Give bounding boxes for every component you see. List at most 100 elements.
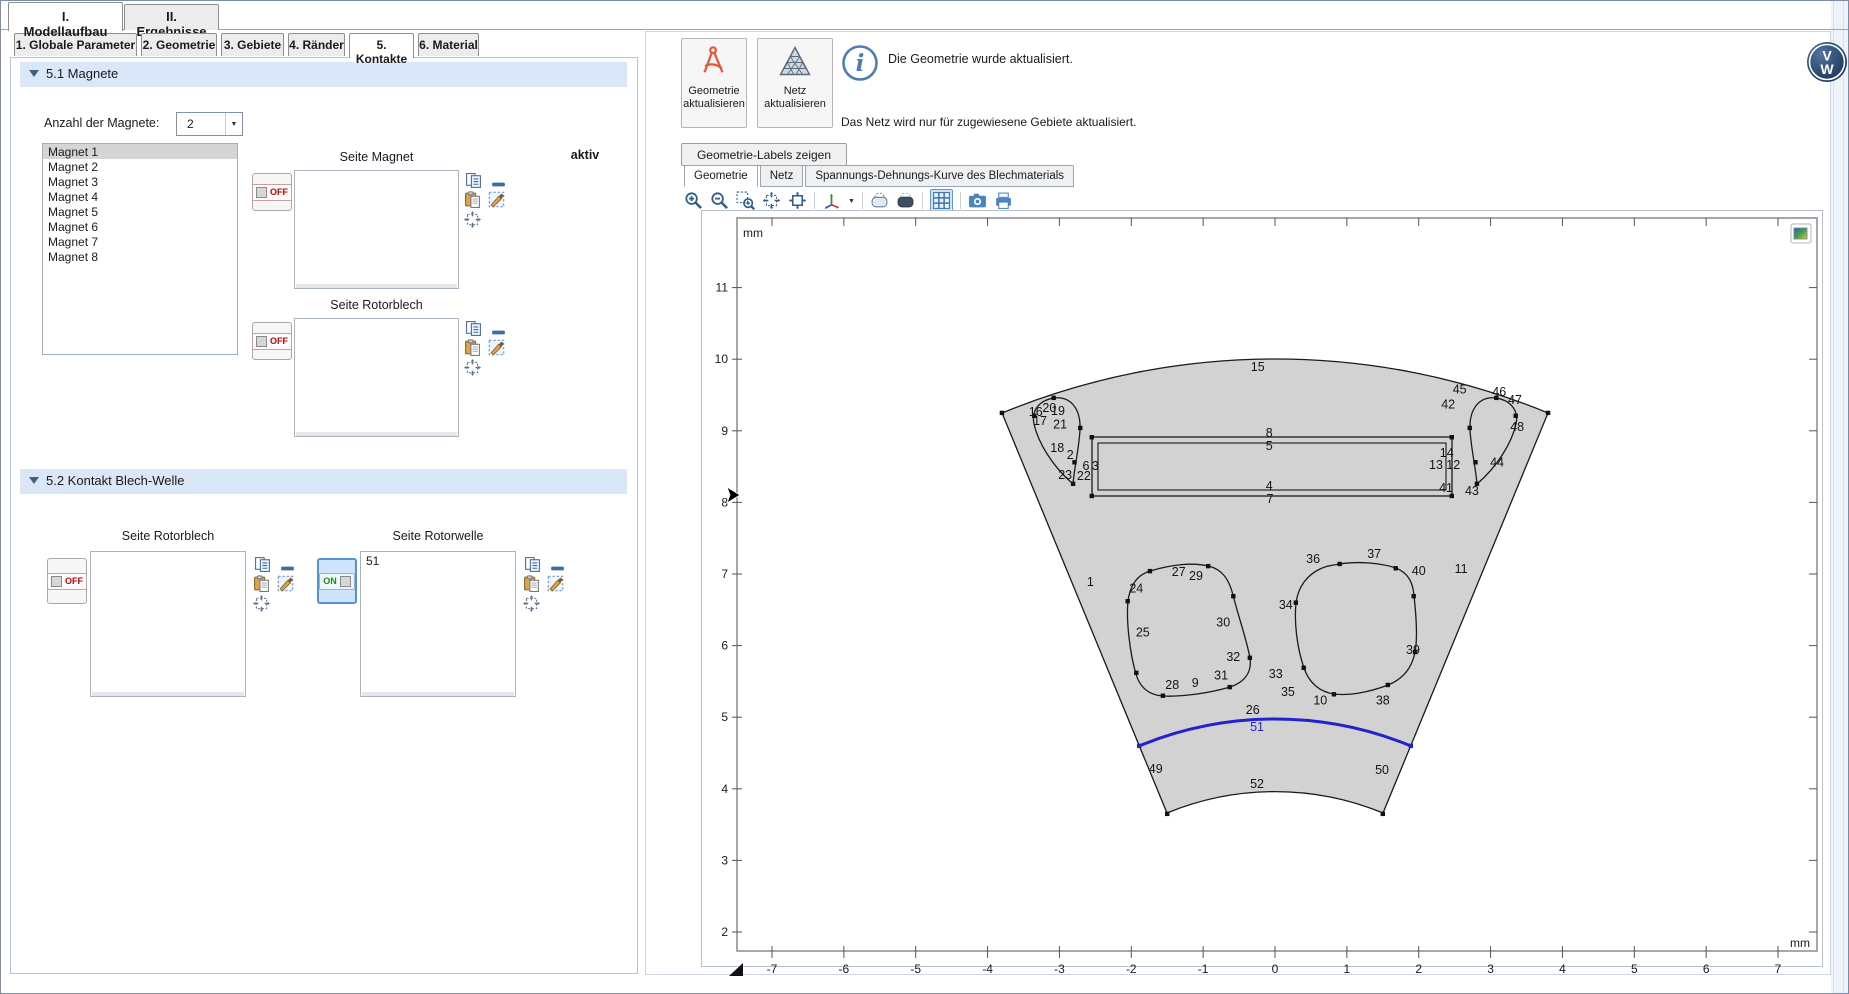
selection-item[interactable]: 51 (361, 552, 515, 568)
info-icon: i (841, 44, 879, 82)
clear-selection-icon[interactable] (488, 339, 505, 356)
print-icon[interactable] (994, 191, 1013, 210)
toggle-seite-magnet[interactable]: OFF (252, 173, 292, 211)
magnet-list-item-3[interactable]: Magnet 3 (43, 174, 237, 189)
view-axes-dropdown-caret[interactable]: ▼ (848, 196, 855, 205)
selection-box-kontakt-rotorblech[interactable] (90, 551, 246, 697)
dropdown-value: 2 (187, 117, 194, 131)
sub-tab-4[interactable]: 4. Ränder (288, 33, 345, 56)
clear-selection-icon[interactable] (547, 575, 564, 592)
zoom-to-selection-icon[interactable] (253, 595, 270, 612)
grid-icon[interactable] (932, 191, 951, 210)
main-tab-1[interactable]: I. Modellaufbau (8, 2, 123, 31)
magnet-list-item-8[interactable]: Magnet 8 (43, 249, 237, 264)
grid-toggle-button[interactable] (930, 189, 953, 212)
vw-logo: V W (1806, 41, 1848, 83)
paste-selection-icon[interactable] (464, 339, 481, 356)
zoom-to-selection-icon[interactable] (464, 211, 481, 228)
logo-letter-w: W (1820, 61, 1834, 77)
zoom-out-icon[interactable] (710, 191, 729, 210)
copy-selection-icon[interactable] (254, 556, 271, 573)
zoom-box-icon[interactable] (736, 191, 755, 210)
toolbar-separator (814, 192, 815, 209)
button-label: Geometrie aktualisieren (682, 85, 746, 111)
main-tab-2[interactable]: II. Ergebnisse (124, 4, 219, 30)
view-axes-icon[interactable] (822, 191, 841, 210)
graphics-canvas[interactable] (701, 210, 1823, 967)
seite-magnet-caption: Seite Magnet (294, 150, 459, 164)
zoom-extents-icon[interactable] (788, 191, 807, 210)
sub-tab-2[interactable]: 2. Geometrie (141, 33, 217, 56)
toggle-knob (340, 576, 351, 587)
copy-selection-icon[interactable] (524, 556, 541, 573)
view-tab-2[interactable]: Netz (760, 165, 804, 187)
scrollbar[interactable] (296, 284, 457, 288)
mesh-icon (778, 45, 812, 77)
zoom-in-icon[interactable] (684, 191, 703, 210)
sub-tab-3[interactable]: 3. Gebiete (221, 33, 284, 56)
magnet-list-item-2[interactable]: Magnet 2 (43, 159, 237, 174)
view-tab-1[interactable]: Geometrie (684, 165, 758, 187)
toggle-seite-rotorblech[interactable]: OFF (252, 322, 292, 360)
aktiv-label: aktiv (552, 148, 618, 162)
update-geometry-button[interactable]: Geometrie aktualisieren (681, 38, 747, 128)
section-header-magnete[interactable]: 5.1 Magnete (20, 62, 627, 87)
copy-selection-icon[interactable] (465, 320, 482, 337)
zoom-to-selection-icon[interactable] (762, 191, 781, 210)
section-title: 5.2 Kontakt Blech-Welle (46, 473, 185, 488)
section-title: 5.1 Magnete (46, 66, 118, 81)
selection-box-seite-magnet[interactable] (294, 170, 459, 289)
show-geometry-labels-button[interactable]: Geometrie-Labels zeigen (681, 143, 847, 166)
scrollbar[interactable] (296, 432, 457, 436)
view-tab-bar: GeometrieNetzSpannungs-Dehnungs-Kurve de… (684, 165, 1076, 187)
toggle-kontakt-rotorwelle[interactable]: ON (317, 558, 357, 604)
magnet-list-item-5[interactable]: Magnet 5 (43, 204, 237, 219)
scene-light-icon[interactable] (870, 191, 889, 210)
toolbar-separator (922, 192, 923, 209)
view-tab-3[interactable]: Spannungs-Dehnungs-Kurve des Blechmateri… (805, 165, 1074, 187)
kontakt-right-caption: Seite Rotorwelle (360, 529, 516, 543)
update-mesh-button[interactable]: Netz aktualisieren (757, 38, 833, 128)
transparency-icon[interactable] (896, 191, 915, 210)
copy-selection-icon[interactable] (465, 172, 482, 189)
magnet-list-item-7[interactable]: Magnet 7 (43, 234, 237, 249)
kontakt-left-caption: Seite Rotorblech (90, 529, 246, 543)
toggle-knob (51, 576, 62, 587)
magnet-list-item-1[interactable]: Magnet 1 (43, 144, 237, 159)
compass-icon (697, 45, 731, 77)
magnet-list-item-6[interactable]: Magnet 6 (43, 219, 237, 234)
sub-tab-5[interactable]: 5. Kontakte (349, 33, 414, 58)
zoom-to-selection-icon[interactable] (523, 595, 540, 612)
paste-selection-icon[interactable] (253, 575, 270, 592)
collapse-triangle-icon (29, 70, 39, 77)
chevron-down-icon[interactable]: ▼ (225, 113, 242, 135)
paste-selection-icon[interactable] (464, 191, 481, 208)
collapse-triangle-icon (29, 477, 39, 484)
button-label: Netz aktualisieren (758, 85, 832, 111)
graphics-toolbar: ▼ (684, 189, 1013, 211)
magnet-count-label: Anzahl der Magnete: (44, 116, 159, 130)
clear-selection-icon[interactable] (277, 575, 294, 592)
section-header-kontakt[interactable]: 5.2 Kontakt Blech-Welle (20, 469, 627, 494)
scrollbar[interactable] (362, 692, 514, 696)
paste-selection-icon[interactable] (523, 575, 540, 592)
svg-text:i: i (856, 50, 865, 77)
zoom-to-selection-icon[interactable] (464, 359, 481, 376)
magnet-count-dropdown[interactable]: 2 ▼ (176, 112, 243, 136)
sub-tab-6[interactable]: 6. Material (418, 33, 479, 56)
toggle-knob (256, 187, 267, 198)
scrollbar[interactable] (92, 692, 244, 696)
toolbar-separator (960, 192, 961, 209)
image-snapshot-icon[interactable] (968, 191, 987, 210)
clear-selection-icon[interactable] (488, 191, 505, 208)
toggle-state-label: OFF (270, 187, 288, 197)
magnet-list-item-4[interactable]: Magnet 4 (43, 189, 237, 204)
toggle-state-label: OFF (65, 576, 83, 586)
selection-box-kontakt-rotorwelle[interactable]: 51 (360, 551, 516, 697)
toggle-kontakt-rotorblech[interactable]: OFF (47, 558, 87, 604)
toggle-state-label: ON (323, 576, 337, 586)
selection-box-seite-rotorblech[interactable] (294, 318, 459, 437)
magnet-list[interactable]: Magnet 1Magnet 2Magnet 3Magnet 4Magnet 5… (42, 143, 238, 355)
toolbar-separator (862, 192, 863, 209)
seite-rotorblech-caption: Seite Rotorblech (294, 298, 459, 312)
